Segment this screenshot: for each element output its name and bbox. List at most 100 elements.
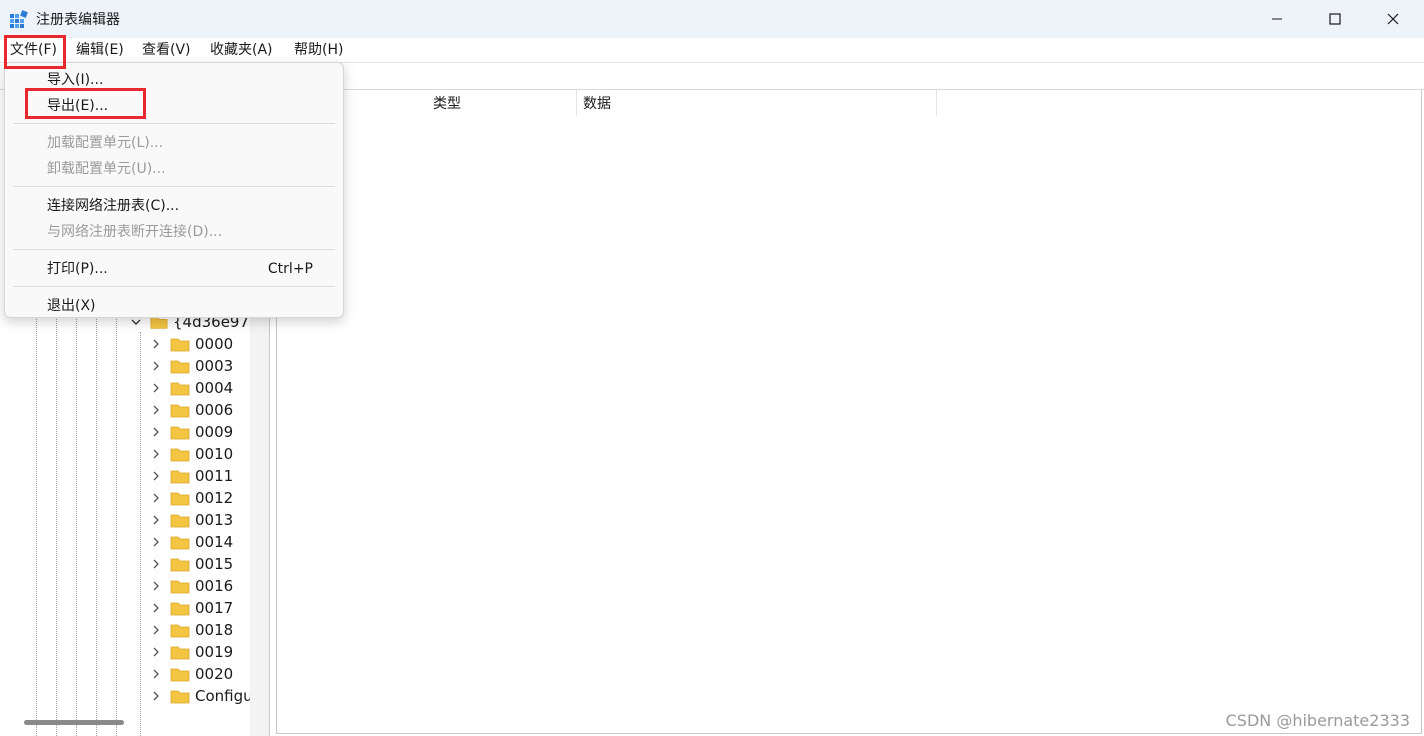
tree-node-label: 0004 (195, 379, 234, 397)
menu-item-unload-hive: 卸载配置单元(U)... (47, 161, 166, 177)
minimize-button[interactable] (1248, 0, 1306, 38)
tree-node-label: 0016 (195, 577, 234, 595)
highlight-box-export (25, 88, 146, 119)
maximize-button[interactable] (1306, 0, 1364, 38)
chevron-right-icon[interactable] (150, 580, 162, 592)
tree-node-label: 0020 (195, 665, 234, 683)
close-button[interactable] (1364, 0, 1422, 38)
chevron-right-icon[interactable] (150, 404, 162, 416)
tree-node[interactable]: 0003 (150, 355, 233, 377)
tree-node[interactable]: 0010 (150, 443, 233, 465)
window-title: 注册表编辑器 (36, 12, 120, 28)
menu-edit[interactable]: 编辑(E) (76, 41, 124, 59)
column-header-type[interactable]: 类型 (427, 90, 577, 116)
tree-node[interactable]: 0009 (150, 421, 233, 443)
tree-node[interactable]: 0013 (150, 509, 233, 531)
menu-item-exit[interactable]: 退出(X) (5, 293, 343, 319)
menu-separator (13, 249, 335, 250)
menu-item-print[interactable]: 打印(P)... Ctrl+P (5, 256, 343, 282)
chevron-right-icon[interactable] (150, 646, 162, 658)
chevron-right-icon[interactable] (150, 382, 162, 394)
tree-node-label: 0011 (195, 467, 234, 485)
folder-icon (170, 338, 190, 352)
tree-node[interactable]: 0000 (150, 333, 233, 355)
folder-icon (170, 580, 190, 594)
tree-node-label: 0019 (195, 643, 234, 661)
chevron-right-icon[interactable] (150, 338, 162, 350)
chevron-right-icon[interactable] (150, 492, 162, 504)
folder-icon (170, 492, 190, 506)
chevron-right-icon[interactable] (150, 426, 162, 438)
menu-favorites[interactable]: 收藏夹(A) (210, 41, 273, 59)
tree-node[interactable]: 0015 (150, 553, 233, 575)
tree-node[interactable]: 0016 (150, 575, 233, 597)
chevron-right-icon[interactable] (150, 558, 162, 570)
tree-horizontal-scrollbar[interactable] (24, 720, 124, 725)
chevron-right-icon[interactable] (150, 602, 162, 614)
folder-icon (170, 536, 190, 550)
menu-separator (13, 123, 335, 124)
chevron-right-icon[interactable] (150, 624, 162, 636)
tree-node-label: 0015 (195, 555, 234, 573)
menu-bar: 文件(F) 编辑(E) 查看(V) 收藏夹(A) 帮助(H) (0, 38, 1424, 62)
folder-icon (170, 690, 190, 704)
folder-icon (170, 558, 190, 572)
tree-node-label: 0009 (195, 423, 234, 441)
menu-item-load-hive: 加载配置单元(L)... (47, 135, 164, 151)
tree-node[interactable]: Configu (150, 685, 250, 707)
chevron-right-icon[interactable] (150, 536, 162, 548)
tree-node-label: 0018 (195, 621, 234, 639)
column-header-data[interactable]: 数据 (577, 90, 937, 116)
tree-node-label: 0017 (195, 599, 234, 617)
tree-node[interactable]: 0017 (150, 597, 233, 619)
menu-view[interactable]: 查看(V) (142, 41, 191, 59)
tree-node[interactable]: 0020 (150, 663, 233, 685)
tree-node-label: 0012 (195, 489, 234, 507)
chevron-right-icon[interactable] (150, 514, 162, 526)
menu-separator (13, 286, 335, 287)
tree-node[interactable]: 0014 (150, 531, 233, 553)
minimize-icon (1272, 18, 1282, 20)
tree-node-label: 0003 (195, 357, 234, 375)
chevron-right-icon[interactable] (150, 690, 162, 702)
menu-separator (13, 186, 335, 187)
maximize-icon (1329, 13, 1341, 25)
folder-icon (170, 382, 190, 396)
folder-icon (170, 404, 190, 418)
menu-item-connect-network-registry[interactable]: 连接网络注册表(C)... (5, 193, 343, 219)
tree-node[interactable]: 0011 (150, 465, 233, 487)
tree-node[interactable]: 0006 (150, 399, 233, 421)
highlight-box-file-menu (4, 35, 66, 69)
values-pane: 类型 数据 (276, 90, 1422, 734)
tree-node-label: 0013 (195, 511, 234, 529)
close-icon (1387, 13, 1399, 25)
folder-icon (170, 426, 190, 440)
registry-editor-icon (10, 10, 28, 28)
folder-icon (170, 602, 190, 616)
chevron-right-icon[interactable] (150, 360, 162, 372)
chevron-right-icon[interactable] (150, 470, 162, 482)
folder-icon (170, 470, 190, 484)
menu-item-disconnect-network-registry: 与网络注册表断开连接(D)... (47, 224, 223, 240)
chevron-right-icon[interactable] (150, 448, 162, 460)
folder-icon (170, 448, 190, 462)
tree-node[interactable]: 0018 (150, 619, 233, 641)
tree-node-label: 0014 (195, 533, 234, 551)
tree-node[interactable]: 0019 (150, 641, 233, 663)
shortcut-label: Ctrl+P (267, 261, 313, 277)
tree-node[interactable]: 0012 (150, 487, 233, 509)
folder-icon (170, 514, 190, 528)
tree-node-label: 0000 (195, 335, 234, 353)
watermark: CSDN @hibernate2333 (1225, 711, 1410, 730)
folder-icon (170, 360, 190, 374)
chevron-right-icon[interactable] (150, 668, 162, 680)
tree-node-label: 0006 (195, 401, 234, 419)
tree-node-label: Configu (195, 687, 250, 705)
menu-help[interactable]: 帮助(H) (294, 41, 343, 59)
tree-guide-line (140, 332, 141, 736)
title-bar: 注册表编辑器 (0, 0, 1424, 38)
folder-icon (170, 668, 190, 682)
tree-node[interactable]: 0004 (150, 377, 233, 399)
folder-icon (170, 624, 190, 638)
folder-icon (170, 646, 190, 660)
